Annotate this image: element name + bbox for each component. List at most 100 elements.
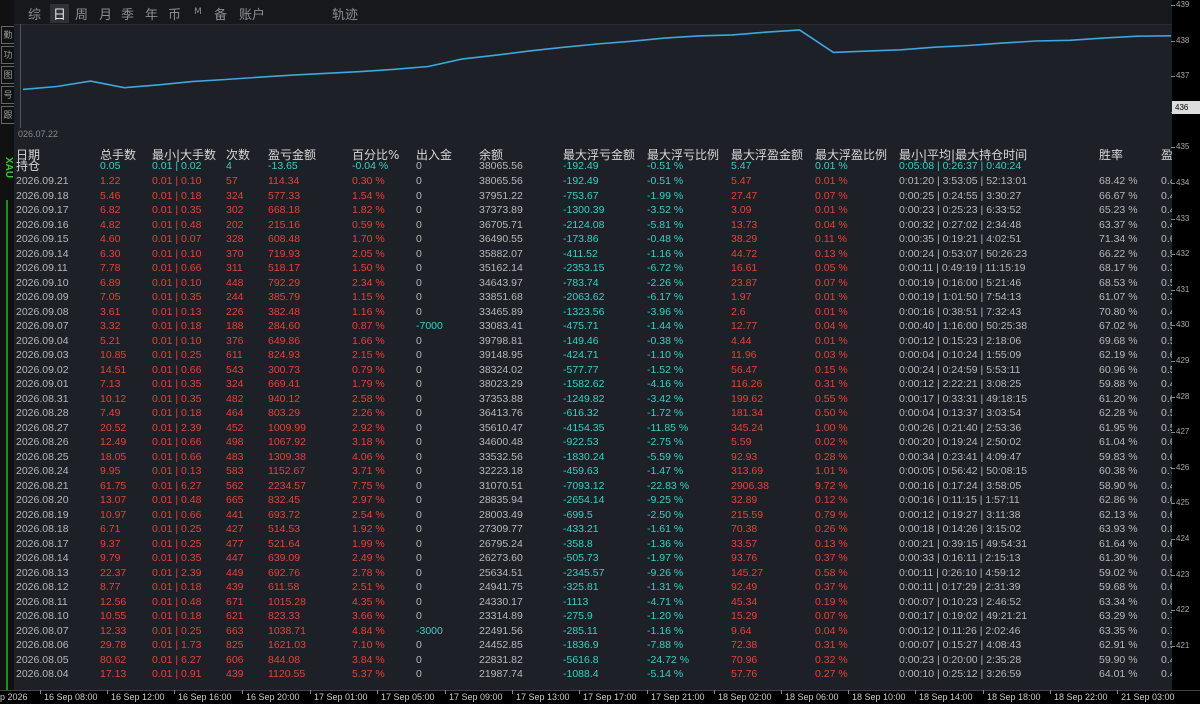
cell-balance: 37951.22 (479, 189, 523, 202)
table-row[interactable]: 2026.09.04 5.21 0.01 | 0.10 376 649.86 1.66 %… (14, 334, 1176, 348)
cell-count: 244 (226, 291, 244, 303)
cell-win: 62.19 % (1099, 349, 1138, 361)
cell-date: 2026.08.26 (16, 436, 69, 448)
cell-count: 671 (226, 595, 244, 608)
table-row[interactable]: 2026.09.09 7.05 0.01 | 0.35 244 385.79 1.15 %… (14, 291, 1176, 304)
cell-flow: 0 (416, 175, 422, 187)
table-row[interactable]: 2026.08.17 9.37 0.01 | 0.25 477 521.64 1.99 %… (14, 537, 1176, 551)
cell-date: 2026.08.28 (16, 407, 69, 419)
cell-fppct: 0.07 % (815, 276, 848, 289)
cell-minmax: 0.01 | 6.27 (152, 479, 202, 492)
table-row[interactable]: 2026.09.03 10.85 0.01 | 0.25 611 824.93 2.15 … (14, 349, 1176, 362)
toolbar-glyph[interactable]: 图 (1, 66, 15, 84)
tab-1[interactable]: 日 (50, 4, 70, 23)
toolbar-glyph[interactable]: 勤 (1, 26, 15, 44)
table-row[interactable]: 2026.08.10 10.55 0.01 | 0.18 621 823.33 3.66 … (14, 610, 1176, 623)
tab-5[interactable]: 年 (145, 4, 158, 23)
table-row[interactable]: 2026.08.07 12.33 0.01 | 0.25 663 1038.71 4.84… (14, 625, 1176, 638)
cell-time: 0:00:19 | 0:16:00 | 5:21:46 (899, 276, 1022, 289)
cell-date: 2026.09.03 (16, 349, 69, 361)
cell-ddpct: -3.42 % (647, 392, 684, 405)
tab-2[interactable]: 周 (75, 4, 88, 23)
table-row[interactable]: 2026.08.25 18.05 0.01 | 0.66 483 1309.38 4.06… (14, 450, 1176, 464)
cell-pnl: 832.45 (268, 494, 301, 506)
cell-fppct: 0.01 % (815, 305, 848, 318)
tab-7[interactable]: M (194, 7, 202, 17)
tab-6[interactable]: 币 (168, 4, 181, 23)
table-row[interactable]: 2026.09.17 6.82 0.01 | 0.35 302 668.18 1.82 %… (14, 204, 1176, 217)
cell-minmax: 0.01 | 0.66 (152, 363, 202, 376)
tab-4[interactable]: 季 (121, 4, 134, 23)
cell-minmax: 0.01 | 0.35 (152, 204, 202, 216)
table-row[interactable]: 2026.09.10 6.89 0.01 | 0.10 448 792.29 2.34 %… (14, 276, 1176, 290)
table-row[interactable]: 2026.09.08 3.61 0.01 | 0.13 226 382.48 1.16 %… (14, 305, 1176, 319)
table-row[interactable]: 2026.09.02 14.51 0.01 | 0.66 543 300.73 0.79 … (14, 363, 1176, 377)
table-row[interactable]: 2026.08.05 80.62 0.01 | 6.27 606 844.08 3.84 … (14, 653, 1176, 667)
tab-9[interactable]: 账户 (239, 4, 265, 23)
cell-win: 62.91 % (1099, 639, 1138, 651)
toolbar-glyph[interactable]: 号 (1, 86, 15, 104)
cell-fppct: 0.01 % (815, 175, 848, 187)
cell-win: 65.23 % (1099, 204, 1138, 216)
cell-pnl: 693.72 (268, 508, 301, 521)
cell-fppct: 0.01 % (815, 291, 848, 303)
table-row[interactable]: 2026.08.28 7.49 0.01 | 0.18 464 803.29 2.26 %… (14, 407, 1176, 420)
table-row[interactable]: 2026.08.31 10.12 0.01 | 0.35 482 940.12 2.58 … (14, 392, 1176, 406)
table-row[interactable]: 2026.09.16 4.82 0.01 | 0.48 202 215.16 0.59 %… (14, 219, 1176, 232)
cell-date: 2026.08.06 (16, 639, 69, 651)
table-row[interactable]: 2026.09.01 7.13 0.01 | 0.35 324 669.41 1.79 %… (14, 378, 1176, 391)
table-row[interactable]: 2026.08.20 13.07 0.01 | 0.48 665 832.45 2.97 … (14, 494, 1176, 507)
table-row[interactable]: 2026.09.14 6.30 0.01 | 0.10 370 719.93 2.05 %… (14, 248, 1176, 261)
cell-ddpct: -1.10 % (647, 349, 684, 361)
table-row[interactable]: 2026.08.13 22.37 0.01 | 2.39 449 692.76 2.78 … (14, 567, 1176, 580)
cell-ddpct: -4.71 % (647, 595, 684, 608)
toolbar-glyph[interactable]: 跟 (1, 106, 15, 124)
table-row[interactable]: 2026.09.07 3.32 0.01 | 0.18 188 284.60 0.87 %… (14, 320, 1176, 333)
tab-3[interactable]: 月 (99, 4, 112, 23)
cell-count: 562 (226, 479, 244, 492)
tab-10[interactable]: 轨迹 (332, 4, 358, 23)
table-row[interactable]: 2026.08.04 17.13 0.01 | 0.91 439 1120.55 5.37… (14, 668, 1176, 681)
cell-flow: 0 (416, 595, 422, 608)
table-row[interactable]: 2026.08.19 10.97 0.01 | 0.66 441 693.72 2.54 … (14, 508, 1176, 522)
cell-win: 62.86 % (1099, 494, 1138, 506)
table-row[interactable]: 2026.08.18 6.71 0.01 | 0.25 427 514.53 1.92 %… (14, 523, 1176, 536)
cell-minmax: 0.01 | 0.25 (152, 537, 202, 550)
table-row[interactable]: 2026.08.11 12.56 0.01 | 0.48 671 1015.28 4.35… (14, 595, 1176, 609)
table-row[interactable]: 2026.08.12 8.77 0.01 | 0.18 439 611.58 2.51 %… (14, 581, 1176, 594)
table-row[interactable]: 2026.09.18 5.46 0.01 | 0.18 324 577.33 1.54 %… (14, 189, 1176, 203)
table-row[interactable]: 2026.09.11 7.78 0.01 | 0.66 311 518.17 1.50 %… (14, 262, 1176, 275)
cell-time: 0:00:16 | 0:17:24 | 3:58:05 (899, 479, 1022, 492)
table-row[interactable]: 2026.08.21 61.75 0.01 | 6.27 562 2234.57 7.75… (14, 479, 1176, 493)
cell-time: 0:00:11 | 0:49:19 | 11:15:19 (899, 262, 1026, 274)
cell-time: 0:00:34 | 0:23:41 | 4:09:47 (899, 450, 1022, 463)
table-row[interactable]: 2026.08.06 29.78 0.01 | 1.73 825 1621.03 7.10… (14, 639, 1176, 652)
tab-0[interactable]: 综 (28, 4, 41, 23)
cell-ddamt: -1088.4 (563, 668, 599, 680)
cell-minmax: 0.01 | 0.10 (152, 334, 202, 347)
cell-count: 464 (226, 407, 244, 419)
table-row[interactable]: 2026.09.15 4.60 0.01 | 0.07 328 608.48 1.70 %… (14, 233, 1176, 246)
cell-ddpct: -0.51 % (647, 175, 684, 187)
cell-date: 2026.08.14 (16, 552, 69, 564)
cell-fppct: 0.11 % (815, 233, 847, 245)
cell-count: 483 (226, 450, 244, 463)
table-row[interactable]: 2026.08.27 20.52 0.01 | 2.39 452 1009.99 2.92… (14, 422, 1176, 435)
table-row[interactable]: 2026.08.24 9.95 0.01 | 0.13 583 1152.67 3.71 … (14, 465, 1176, 478)
cell-fppct: 0.28 % (815, 450, 848, 463)
table-row[interactable]: 2026.08.26 12.49 0.01 | 0.66 498 1067.92 3.18… (14, 436, 1176, 449)
cell-pnl: 514.53 (268, 523, 301, 535)
table-row[interactable]: 2026.09.21 1.22 0.01 | 0.10 57 114.34 0.30 % 0… (14, 175, 1176, 188)
cell-fpamt: 2.6 (731, 305, 746, 318)
cell-ddpct: -24.72 % (647, 653, 690, 666)
tab-8[interactable]: 备 (214, 4, 227, 23)
cell-count: 611 (226, 349, 243, 361)
cell-ddpct: -2.26 % (647, 276, 684, 289)
cell-fppct: 0.27 % (815, 668, 848, 680)
table-row[interactable]: 2026.08.14 9.79 0.01 | 0.35 447 639.09 2.49 %… (14, 552, 1176, 565)
cell-pnl: 1067.92 (268, 436, 306, 448)
cell-balance: 33532.56 (479, 450, 523, 463)
cell-lots: 5.21 (100, 334, 121, 347)
toolbar-glyph[interactable]: 功 (1, 46, 15, 64)
cell-flow: 0 (416, 552, 422, 564)
